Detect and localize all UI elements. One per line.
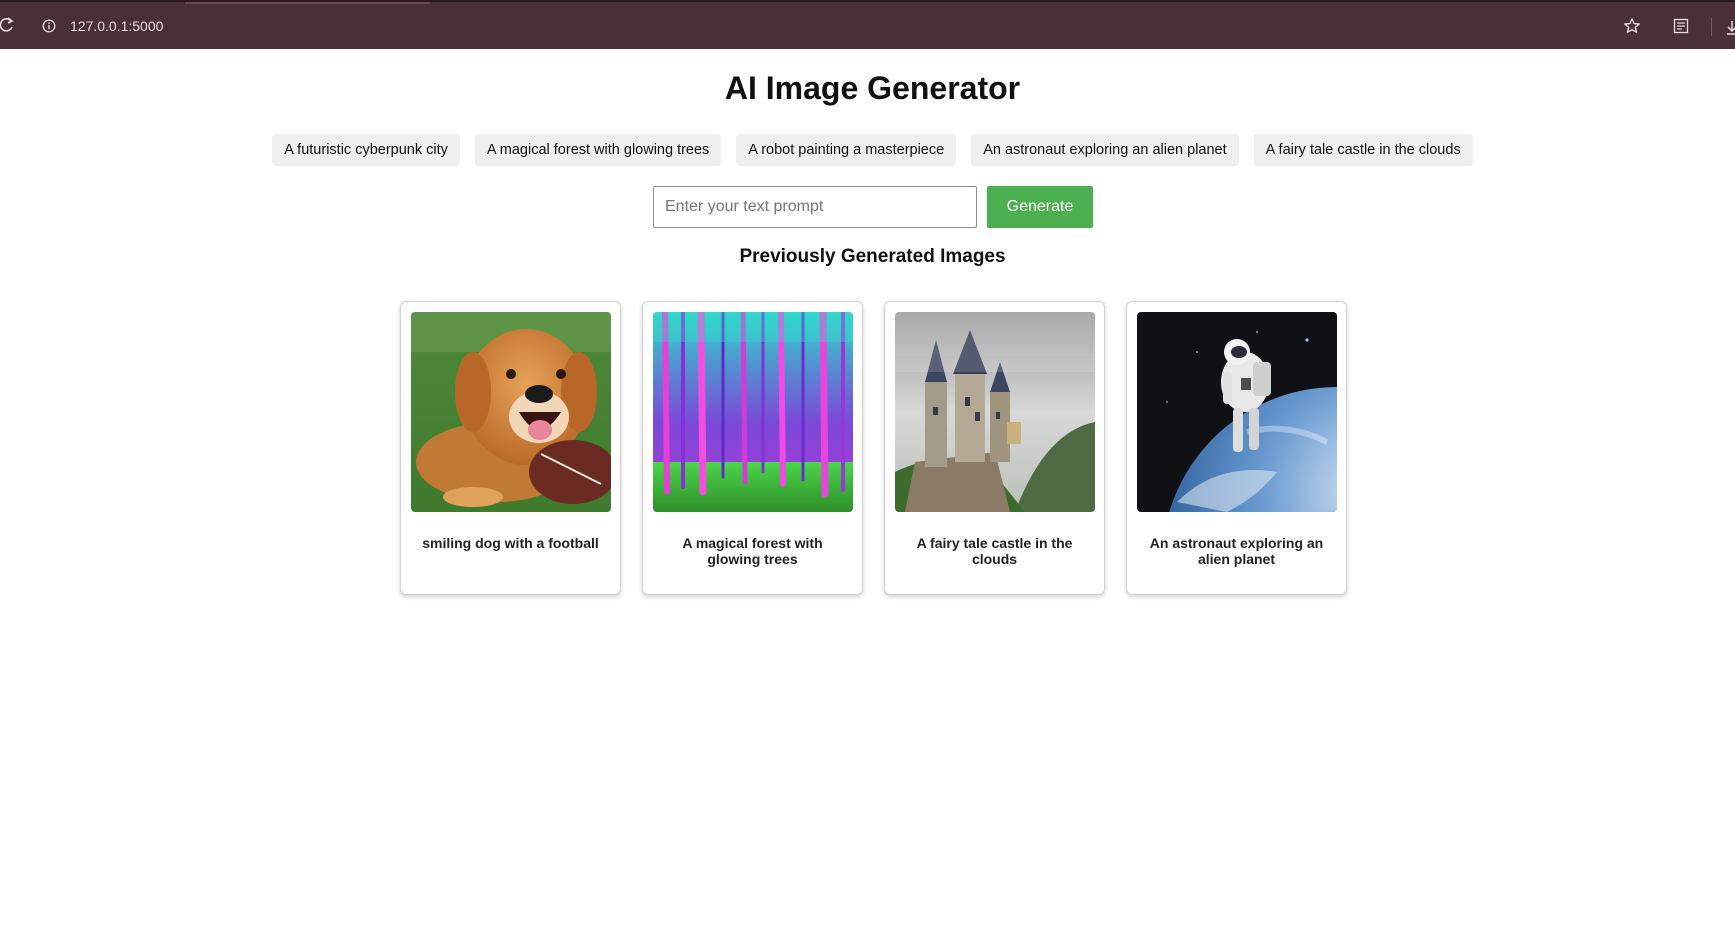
generated-image-castle[interactable] [895,312,1095,512]
image-caption: smiling dog with a football [422,535,599,551]
browser-toolbar: 127.0.0.1:5000 [0,0,1735,49]
address-bar-url[interactable]: 127.0.0.1:5000 [70,18,163,34]
reader-mode-icon[interactable] [1673,18,1689,34]
suggestion-chip-cyberpunk[interactable]: A futuristic cyberpunk city [272,134,460,166]
reload-icon[interactable] [0,16,14,34]
suggestion-chip-astronaut[interactable]: An astronaut exploring an alien planet [971,134,1239,166]
gallery-card[interactable]: A fairy tale castle in the clouds [884,301,1105,595]
image-caption: A fairy tale castle in the clouds [916,535,1073,567]
active-tab-indicator [185,2,430,4]
image-caption: An astronaut exploring an alien planet [1149,535,1324,567]
gallery-card[interactable]: A magical forest with glowing trees [642,301,863,595]
gallery-card[interactable]: smiling dog with a football [400,301,621,595]
info-icon[interactable] [42,19,56,33]
download-icon[interactable] [1726,18,1735,36]
star-icon[interactable] [1623,17,1641,35]
prompt-input[interactable] [653,186,977,228]
image-gallery: smiling dog with a football A magical fo… [400,301,1347,595]
page-title: AI Image Generator [724,70,1021,106]
image-caption: A magical forest with glowing trees [682,535,823,567]
suggestion-chip-forest[interactable]: A magical forest with glowing trees [474,134,722,166]
gallery-card[interactable]: An astronaut exploring an alien planet [1126,301,1347,595]
generated-image-astronaut[interactable] [1137,312,1337,512]
toolbar-divider [1711,18,1712,36]
generated-image-dog[interactable] [411,312,611,512]
suggestion-chip-castle[interactable]: A fairy tale castle in the clouds [1253,134,1473,166]
prompt-form: Generate [653,186,1093,228]
prompt-suggestions: A futuristic cyberpunk city A magical fo… [0,134,1735,166]
suggestion-chip-robot[interactable]: A robot painting a masterpiece [736,134,957,166]
gallery-title: Previously Generated Images [739,246,1006,267]
generate-button[interactable]: Generate [987,186,1093,228]
generated-image-forest[interactable] [653,312,853,512]
